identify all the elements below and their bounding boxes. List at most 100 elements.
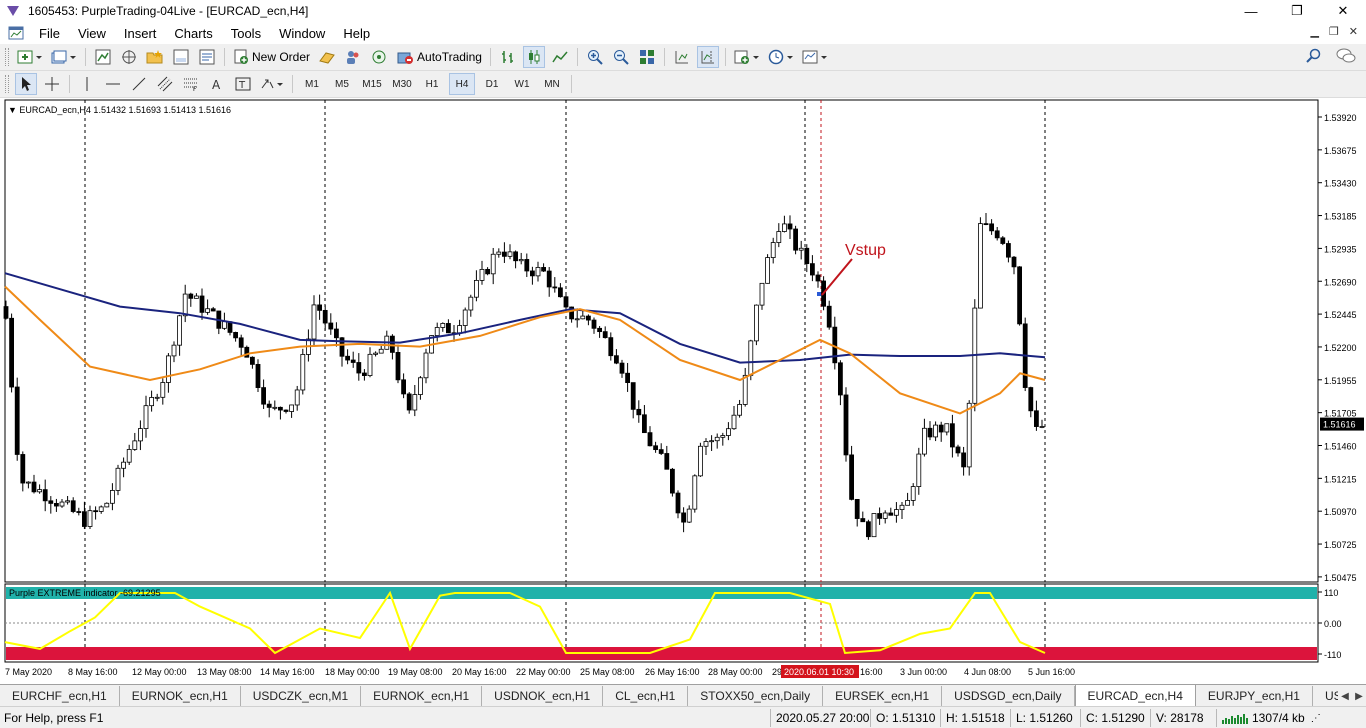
minimize-button[interactable]: — bbox=[1228, 0, 1274, 22]
candle-bullish bbox=[137, 428, 143, 442]
timeframe-m5[interactable]: M5 bbox=[329, 73, 355, 95]
tab-scroll-right-icon[interactable]: ▶ bbox=[1352, 691, 1366, 702]
candle-bearish bbox=[961, 452, 966, 468]
app-icon bbox=[7, 6, 19, 16]
zoom-in-button[interactable] bbox=[584, 46, 606, 68]
menu-tools[interactable]: Tools bbox=[222, 26, 270, 41]
price-chart[interactable]: 1.53920 1.53675 1.53430 1.53185 1.52935 1.526… bbox=[0, 99, 1366, 684]
candle-bearish bbox=[866, 521, 871, 538]
horizontal-line-button[interactable] bbox=[102, 73, 124, 95]
timeframe-w1[interactable]: W1 bbox=[509, 73, 535, 95]
close-button[interactable]: ✕ bbox=[1320, 0, 1366, 22]
toolbar-grip[interactable] bbox=[5, 48, 9, 66]
chart-shift-icon bbox=[701, 51, 714, 64]
chart-tab[interactable]: EURNOK_ecn,H1 bbox=[120, 686, 241, 706]
menu-insert[interactable]: Insert bbox=[115, 26, 166, 41]
chart-window[interactable]: 1.53920 1.53675 1.53430 1.53185 1.52935 1.526… bbox=[0, 99, 1366, 684]
candle-bullish bbox=[143, 405, 149, 430]
timeframe-mn[interactable]: MN bbox=[539, 73, 565, 95]
candle-bullish bbox=[720, 435, 726, 438]
market-button[interactable] bbox=[368, 46, 390, 68]
data-window-button[interactable] bbox=[118, 46, 140, 68]
candlestick-chart-button[interactable] bbox=[522, 46, 545, 68]
templates-button[interactable] bbox=[800, 46, 830, 68]
candle-bullish bbox=[126, 449, 132, 463]
signals-button[interactable] bbox=[342, 46, 364, 68]
bar-chart-button[interactable] bbox=[497, 46, 519, 68]
candle-bearish bbox=[188, 293, 194, 299]
candle-bullish bbox=[479, 268, 485, 281]
timeframe-h1[interactable]: H1 bbox=[419, 73, 445, 95]
toolbar-grip[interactable] bbox=[5, 75, 9, 93]
chart-tab[interactable]: STOXX50_ecn,Daily bbox=[688, 686, 824, 706]
new-chart-button[interactable] bbox=[15, 46, 45, 68]
tab-scroll-left-icon[interactable]: ◀ bbox=[1338, 691, 1352, 702]
template-icon bbox=[802, 50, 827, 64]
candle-bullish bbox=[899, 504, 905, 510]
timeframe-m15[interactable]: M15 bbox=[359, 73, 385, 95]
candle-bearish bbox=[395, 351, 401, 381]
tile-windows-button[interactable] bbox=[636, 46, 658, 68]
strategy-tester-button[interactable] bbox=[196, 46, 218, 68]
timeframe-d1[interactable]: D1 bbox=[479, 73, 505, 95]
candle-bearish bbox=[48, 500, 54, 504]
timeframe-m1[interactable]: M1 bbox=[299, 73, 325, 95]
chart-tab[interactable]: EURCHF_ecn,H1 bbox=[0, 686, 120, 706]
chat-icon[interactable] bbox=[1336, 48, 1356, 64]
navigator-button[interactable] bbox=[144, 46, 166, 68]
candle-bullish bbox=[98, 506, 104, 512]
menu-help[interactable]: Help bbox=[334, 26, 379, 41]
crosshair-tool-button[interactable] bbox=[41, 73, 63, 95]
text-tool-button[interactable]: A bbox=[206, 73, 228, 95]
menu-view[interactable]: View bbox=[69, 26, 115, 41]
line-chart-button[interactable] bbox=[549, 46, 571, 68]
timeframe-h4[interactable]: H4 bbox=[449, 73, 475, 95]
connection-bars-icon bbox=[1222, 714, 1248, 724]
candle-bearish bbox=[20, 454, 26, 484]
fibonacci-button[interactable]: F bbox=[180, 73, 202, 95]
autoscroll-button[interactable] bbox=[671, 46, 693, 68]
periods-button[interactable] bbox=[766, 46, 796, 68]
new-order-button[interactable]: New Order bbox=[231, 46, 312, 68]
channel-button[interactable] bbox=[154, 73, 176, 95]
chart-tab[interactable]: EURNOK_ecn,H1 bbox=[361, 686, 483, 706]
chart-tab[interactable]: EURJPY_ecn,H1 bbox=[1196, 686, 1313, 706]
zoom-out-button[interactable] bbox=[610, 46, 632, 68]
chart-tab[interactable]: CL_ecn,H1 bbox=[603, 686, 689, 706]
mdi-restore-icon[interactable]: ❐ bbox=[1329, 25, 1339, 38]
text-label-button[interactable]: T bbox=[232, 73, 254, 95]
candle-bearish bbox=[983, 223, 989, 226]
mdi-close-icon[interactable]: ✕ bbox=[1349, 25, 1358, 38]
timeframe-m30[interactable]: M30 bbox=[389, 73, 415, 95]
maximize-button[interactable]: ❐ bbox=[1274, 0, 1320, 22]
candle-bearish bbox=[501, 251, 507, 257]
indicators-button[interactable] bbox=[732, 46, 762, 68]
terminal-button[interactable] bbox=[170, 46, 192, 68]
chart-tab-active[interactable]: EURCAD_ecn,H4 bbox=[1074, 685, 1196, 706]
expert-advisors-button[interactable] bbox=[316, 46, 338, 68]
candle-bearish bbox=[333, 328, 339, 339]
profiles-button[interactable] bbox=[49, 46, 79, 68]
autotrading-button[interactable]: AutoTrading bbox=[394, 46, 484, 68]
mdi-minimize-icon[interactable]: ▁ bbox=[1310, 25, 1318, 38]
chart-tab[interactable]: EURSEK_ecn,H1 bbox=[823, 686, 943, 706]
candle-bullish bbox=[473, 279, 479, 298]
menu-file[interactable]: File bbox=[30, 26, 69, 41]
trendline-button[interactable] bbox=[128, 73, 150, 95]
chart-tab[interactable]: USDNOK_ecn,H1 bbox=[482, 686, 604, 706]
arrows-button[interactable] bbox=[258, 73, 286, 95]
toolbar-separator bbox=[724, 48, 726, 66]
time-axis-label: 7 May 2020 bbox=[5, 667, 52, 677]
candle-bullish bbox=[440, 323, 446, 328]
search-icon[interactable] bbox=[1306, 48, 1322, 64]
chart-shift-button[interactable] bbox=[696, 46, 719, 68]
candle-bullish bbox=[177, 315, 183, 346]
chart-tab[interactable]: USDSGD_ecn,Daily bbox=[942, 686, 1075, 706]
text-icon: A bbox=[212, 78, 221, 92]
vertical-line-button[interactable] bbox=[76, 73, 98, 95]
menu-window[interactable]: Window bbox=[270, 26, 334, 41]
chart-tab[interactable]: USDCZK_ecn,M1 bbox=[241, 686, 362, 706]
menu-charts[interactable]: Charts bbox=[165, 26, 221, 41]
cursor-tool-button[interactable] bbox=[15, 73, 37, 95]
market-watch-button[interactable] bbox=[92, 46, 114, 68]
